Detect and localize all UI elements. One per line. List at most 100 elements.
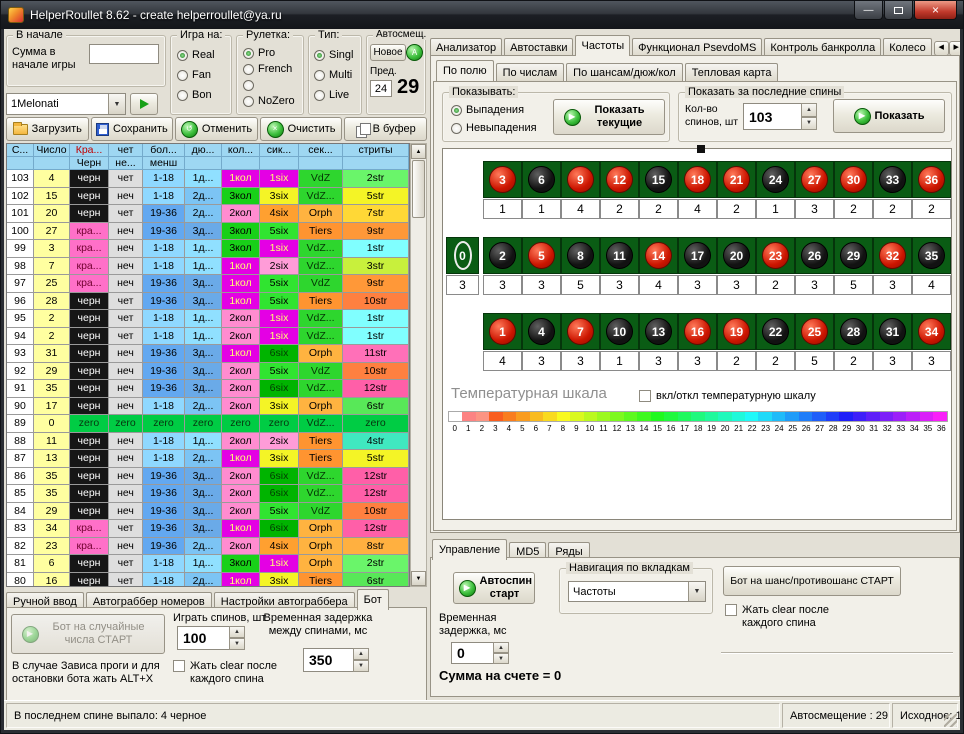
spin-down-icon[interactable]: ▼: [493, 653, 509, 664]
field-number-34[interactable]: 34: [912, 313, 951, 350]
tab-wheel[interactable]: Колесо: [883, 38, 932, 56]
load-button[interactable]: Загрузить: [6, 117, 89, 141]
minimize-button[interactable]: —: [854, 1, 883, 20]
radio-singl[interactable]: Singl: [314, 48, 353, 62]
subtab-by-numbers[interactable]: По числам: [496, 63, 565, 81]
tab-frequencies[interactable]: Частоты: [575, 35, 630, 56]
resize-grip[interactable]: [944, 714, 957, 727]
field-number-28[interactable]: 28: [834, 313, 873, 350]
field-number-6[interactable]: 6: [522, 161, 561, 198]
spin-down-icon[interactable]: ▼: [229, 638, 245, 650]
save-button[interactable]: Сохранить: [91, 117, 174, 141]
field-number-18[interactable]: 18: [678, 161, 717, 198]
bot-delay-stepper[interactable]: 350 ▲▼: [303, 648, 369, 672]
field-number-32[interactable]: 32: [873, 237, 912, 274]
bot-delay-value[interactable]: 350: [303, 648, 353, 672]
field-number-24[interactable]: 24: [756, 161, 795, 198]
field-number-1[interactable]: 1: [483, 313, 522, 350]
field-number-25[interactable]: 25: [795, 313, 834, 350]
radio-pro[interactable]: Pro: [243, 46, 275, 60]
control-delay-value[interactable]: 0: [451, 642, 493, 664]
nav-dropdown[interactable]: Частоты ▼: [568, 581, 706, 602]
field-number-8[interactable]: 8: [561, 237, 600, 274]
autoshift-icon[interactable]: A: [406, 44, 423, 61]
spins-count-value[interactable]: 103: [743, 103, 801, 130]
field-number-7[interactable]: 7: [561, 313, 600, 350]
field-number-12[interactable]: 12: [600, 161, 639, 198]
chevron-down-icon[interactable]: ▼: [108, 94, 125, 114]
checkbox-icon[interactable]: [639, 390, 651, 402]
field-number-35[interactable]: 35: [912, 237, 951, 274]
field-number-17[interactable]: 17: [678, 237, 717, 274]
radio-fan[interactable]: Fan: [177, 68, 211, 82]
tabs-left-arrow-icon[interactable]: ◀: [934, 41, 949, 56]
splitter-handle[interactable]: [697, 145, 705, 153]
tab-bankroll[interactable]: Контроль банкролла: [764, 38, 881, 56]
tab-autobets[interactable]: Автоставки: [504, 38, 573, 56]
control-delay-stepper[interactable]: 0 ▲▼: [451, 642, 509, 664]
spins-count-stepper[interactable]: 103 ▲▼: [743, 103, 817, 130]
spin-up-icon[interactable]: ▲: [801, 103, 817, 117]
field-number-16[interactable]: 16: [678, 313, 717, 350]
field-number-0[interactable]: 0: [446, 237, 479, 274]
show-button[interactable]: ▶ Показать: [833, 99, 945, 133]
tab-psevdoms[interactable]: Функционал PsevdoMS: [632, 38, 762, 56]
field-number-31[interactable]: 31: [873, 313, 912, 350]
new-button[interactable]: Новое: [370, 44, 406, 61]
tabs-right-arrow-icon[interactable]: ▶: [949, 41, 960, 56]
scroll-up-icon[interactable]: ▲: [411, 144, 426, 159]
title-bar[interactable]: HelperRoullet 8.62 - create helperroulle…: [1, 1, 963, 29]
field-number-30[interactable]: 30: [834, 161, 873, 198]
temperature-toggle[interactable]: вкл/откл температурную шкалу: [639, 390, 816, 402]
field-number-21[interactable]: 21: [717, 161, 756, 198]
field-number-15[interactable]: 15: [639, 161, 678, 198]
subtab-by-field[interactable]: По полю: [436, 60, 494, 81]
random-bot-button[interactable]: ▶ Бот на случайные числа СТАРТ: [11, 614, 165, 654]
close-button[interactable]: ×: [914, 1, 957, 20]
radio-nozero[interactable]: NoZero: [243, 94, 295, 108]
field-number-14[interactable]: 14: [639, 237, 678, 274]
field-number-4[interactable]: 4: [522, 313, 561, 350]
spin-up-icon[interactable]: ▲: [353, 648, 369, 660]
maximize-button[interactable]: [884, 1, 913, 20]
radio-hits[interactable]: Выпадения: [451, 103, 524, 117]
control-clear-checkbox[interactable]: Жать clear после каждого спина: [725, 604, 838, 630]
start-sum-input[interactable]: [89, 44, 159, 64]
scroll-thumb[interactable]: [412, 160, 425, 218]
chance-bot-button[interactable]: Бот на шанс/противошанс СТАРТ: [723, 566, 901, 596]
history-scrollbar[interactable]: ▲ ▼: [410, 143, 427, 587]
field-number-22[interactable]: 22: [756, 313, 795, 350]
subtab-heatmap[interactable]: Тепловая карта: [685, 63, 779, 81]
field-number-23[interactable]: 23: [756, 237, 795, 274]
field-number-13[interactable]: 13: [639, 313, 678, 350]
spin-down-icon[interactable]: ▼: [801, 117, 817, 131]
spin-up-icon[interactable]: ▲: [229, 626, 245, 638]
field-number-3[interactable]: 3: [483, 161, 522, 198]
checkbox-icon[interactable]: [725, 604, 737, 616]
checkbox-icon[interactable]: [173, 660, 185, 672]
field-number-10[interactable]: 10: [600, 313, 639, 350]
field-number-19[interactable]: 19: [717, 313, 756, 350]
radio-bon[interactable]: Bon: [177, 88, 212, 102]
undo-button[interactable]: ↺Отменить: [175, 117, 258, 141]
radio-french[interactable]: French: [243, 62, 292, 76]
field-number-27[interactable]: 27: [795, 161, 834, 198]
buffer-button[interactable]: В буфер: [344, 117, 427, 141]
scroll-down-icon[interactable]: ▼: [411, 571, 426, 586]
tab-control[interactable]: Управление: [432, 539, 507, 560]
field-number-33[interactable]: 33: [873, 161, 912, 198]
spin-down-icon[interactable]: ▼: [353, 660, 369, 672]
radio-euro[interactable]: [243, 78, 258, 92]
radio-misses[interactable]: Невыпадения: [451, 121, 537, 135]
tab-bot[interactable]: Бот: [357, 589, 389, 610]
radio-real[interactable]: Real: [177, 48, 215, 62]
profile-combobox[interactable]: 1Melonati ▼: [6, 93, 126, 115]
spins-value[interactable]: 100: [177, 626, 229, 650]
field-number-5[interactable]: 5: [522, 237, 561, 274]
field-number-29[interactable]: 29: [834, 237, 873, 274]
field-number-9[interactable]: 9: [561, 161, 600, 198]
bot-clear-checkbox[interactable]: Жать clear после каждого спина: [173, 660, 290, 686]
clear-button[interactable]: ×Очистить: [260, 117, 343, 141]
radio-live[interactable]: Live: [314, 88, 349, 102]
field-number-36[interactable]: 36: [912, 161, 951, 198]
